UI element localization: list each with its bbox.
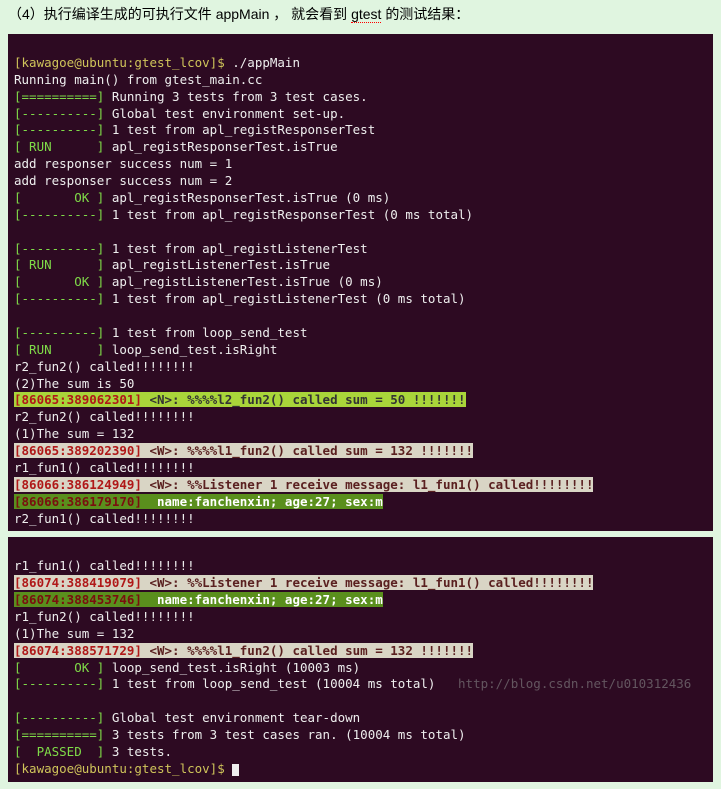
doc-text-suffix: 的测试结果： [385,6,469,22]
gtest-tag: [----------] [14,676,104,691]
gtest-tag: [----------] [14,241,104,256]
output-line: r2_fun2() called!!!!!!!! [14,409,195,424]
output-line: r1_fun2() called!!!!!!!! [14,609,195,624]
gtest-msg: apl_registResponserTest.isTrue (0 ms) [104,190,390,205]
gtest-run-tag: [ RUN ] [14,257,104,272]
output-line: add responser success num = 2 [14,173,232,188]
output-line: r2_fun2() called!!!!!!!! [14,359,195,374]
gtest-tag: [----------] [14,325,104,340]
gtest-tag: [==========] [14,89,104,104]
gtest-msg: loop_send_test.isRight (10003 ms) [104,660,360,675]
gtest-ok-tag: [ OK ] [14,190,104,205]
gtest-tag: [==========] [14,727,104,742]
doc-text-prefix: （4）执行编译生成的可执行文件 [8,6,216,22]
gtest-passed-tag: [ PASSED ] [14,744,104,759]
gtest-msg: 3 tests from 3 test cases ran. (10004 ms… [104,727,465,742]
output-line: r1_fun1() called!!!!!!!! [14,460,195,475]
gtest-tag: [----------] [14,710,104,725]
shell-command: ./appMain [232,55,300,70]
cursor-icon [232,764,239,776]
output-line: (1)The sum = 132 [14,626,134,641]
gtest-msg: 1 test from apl_registResponserTest (0 m… [104,207,473,222]
gtest-tag: [----------] [14,207,104,222]
terminal-output-2[interactable]: r1_fun1() called!!!!!!!! [86074:38841907… [8,537,713,781]
doc-description: （4）执行编译生成的可执行文件 appMain ， 就会看到 gtest 的测试… [0,0,721,28]
output-line: r1_fun1() called!!!!!!!! [14,558,195,573]
output-line: r2_fun1() called!!!!!!!! [14,511,195,526]
output-line: (2)The sum is 50 [14,376,134,391]
output-line: Running main() from gtest_main.cc [14,72,262,87]
gtest-msg: 1 test from loop_send_test (10004 ms tot… [104,676,435,691]
watermark-text: http://blog.csdn.net/u010312436 [458,676,691,691]
gtest-word: gtest [351,6,381,23]
log-warn-line: [86074:388419079] <W>: %%Listener 1 rece… [14,575,593,590]
shell-prompt: [kawagoe@ubuntu:gtest_lcov]$ [14,761,232,776]
gtest-msg: 1 test from apl_registListenerTest (0 ms… [104,291,465,306]
shell-prompt: [kawagoe@ubuntu:gtest_lcov]$ [14,55,232,70]
gtest-run-tag: [ RUN ] [14,139,104,154]
terminal-output-1[interactable]: [kawagoe@ubuntu:gtest_lcov]$ ./appMain R… [8,34,713,531]
gtest-msg: Running 3 tests from 3 test cases. [104,89,367,104]
log-info-line: [86074:388453746] name:fanchenxin; age:2… [14,592,383,607]
gtest-tag: [----------] [14,291,104,306]
gtest-ok-tag: [ OK ] [14,274,104,289]
doc-text-mid: ， 就会看到 [273,6,351,22]
gtest-msg: loop_send_test.isRight [104,342,277,357]
gtest-tag: [----------] [14,106,104,121]
gtest-ok-tag: [ OK ] [14,660,104,675]
output-line: add responser success num = 1 [14,156,232,171]
gtest-tag: [----------] [14,122,104,137]
gtest-msg: apl_registResponserTest.isTrue [104,139,337,154]
log-warn-line: [86065:389202390] <W>: %%%%l1_fun2() cal… [14,443,473,458]
log-warn-line: [86066:386124949] <W>: %%Listener 1 rece… [14,477,593,492]
output-line: (1)The sum = 132 [14,426,134,441]
log-warn-line: [86074:388571729] <W>: %%%%l1_fun2() cal… [14,643,473,658]
gtest-msg: Global test environment tear-down [104,710,360,725]
gtest-msg: 1 test from apl_registResponserTest [104,122,375,137]
log-info-line: [86066:386179170] name:fanchenxin; age:2… [14,494,383,509]
gtest-msg: 3 tests. [104,744,172,759]
gtest-msg: Global test environment set-up. [104,106,345,121]
gtest-msg: 1 test from loop_send_test [104,325,307,340]
gtest-msg: apl_registListenerTest.isTrue [104,257,330,272]
gtest-msg: 1 test from apl_registListenerTest [104,241,367,256]
gtest-msg: apl_registListenerTest.isTrue (0 ms) [104,274,382,289]
filename-appmain: appMain [216,6,270,22]
log-notice-line: [86065:389062301] <N>: %%%%l2_fun2() cal… [14,392,466,407]
gtest-run-tag: [ RUN ] [14,342,104,357]
